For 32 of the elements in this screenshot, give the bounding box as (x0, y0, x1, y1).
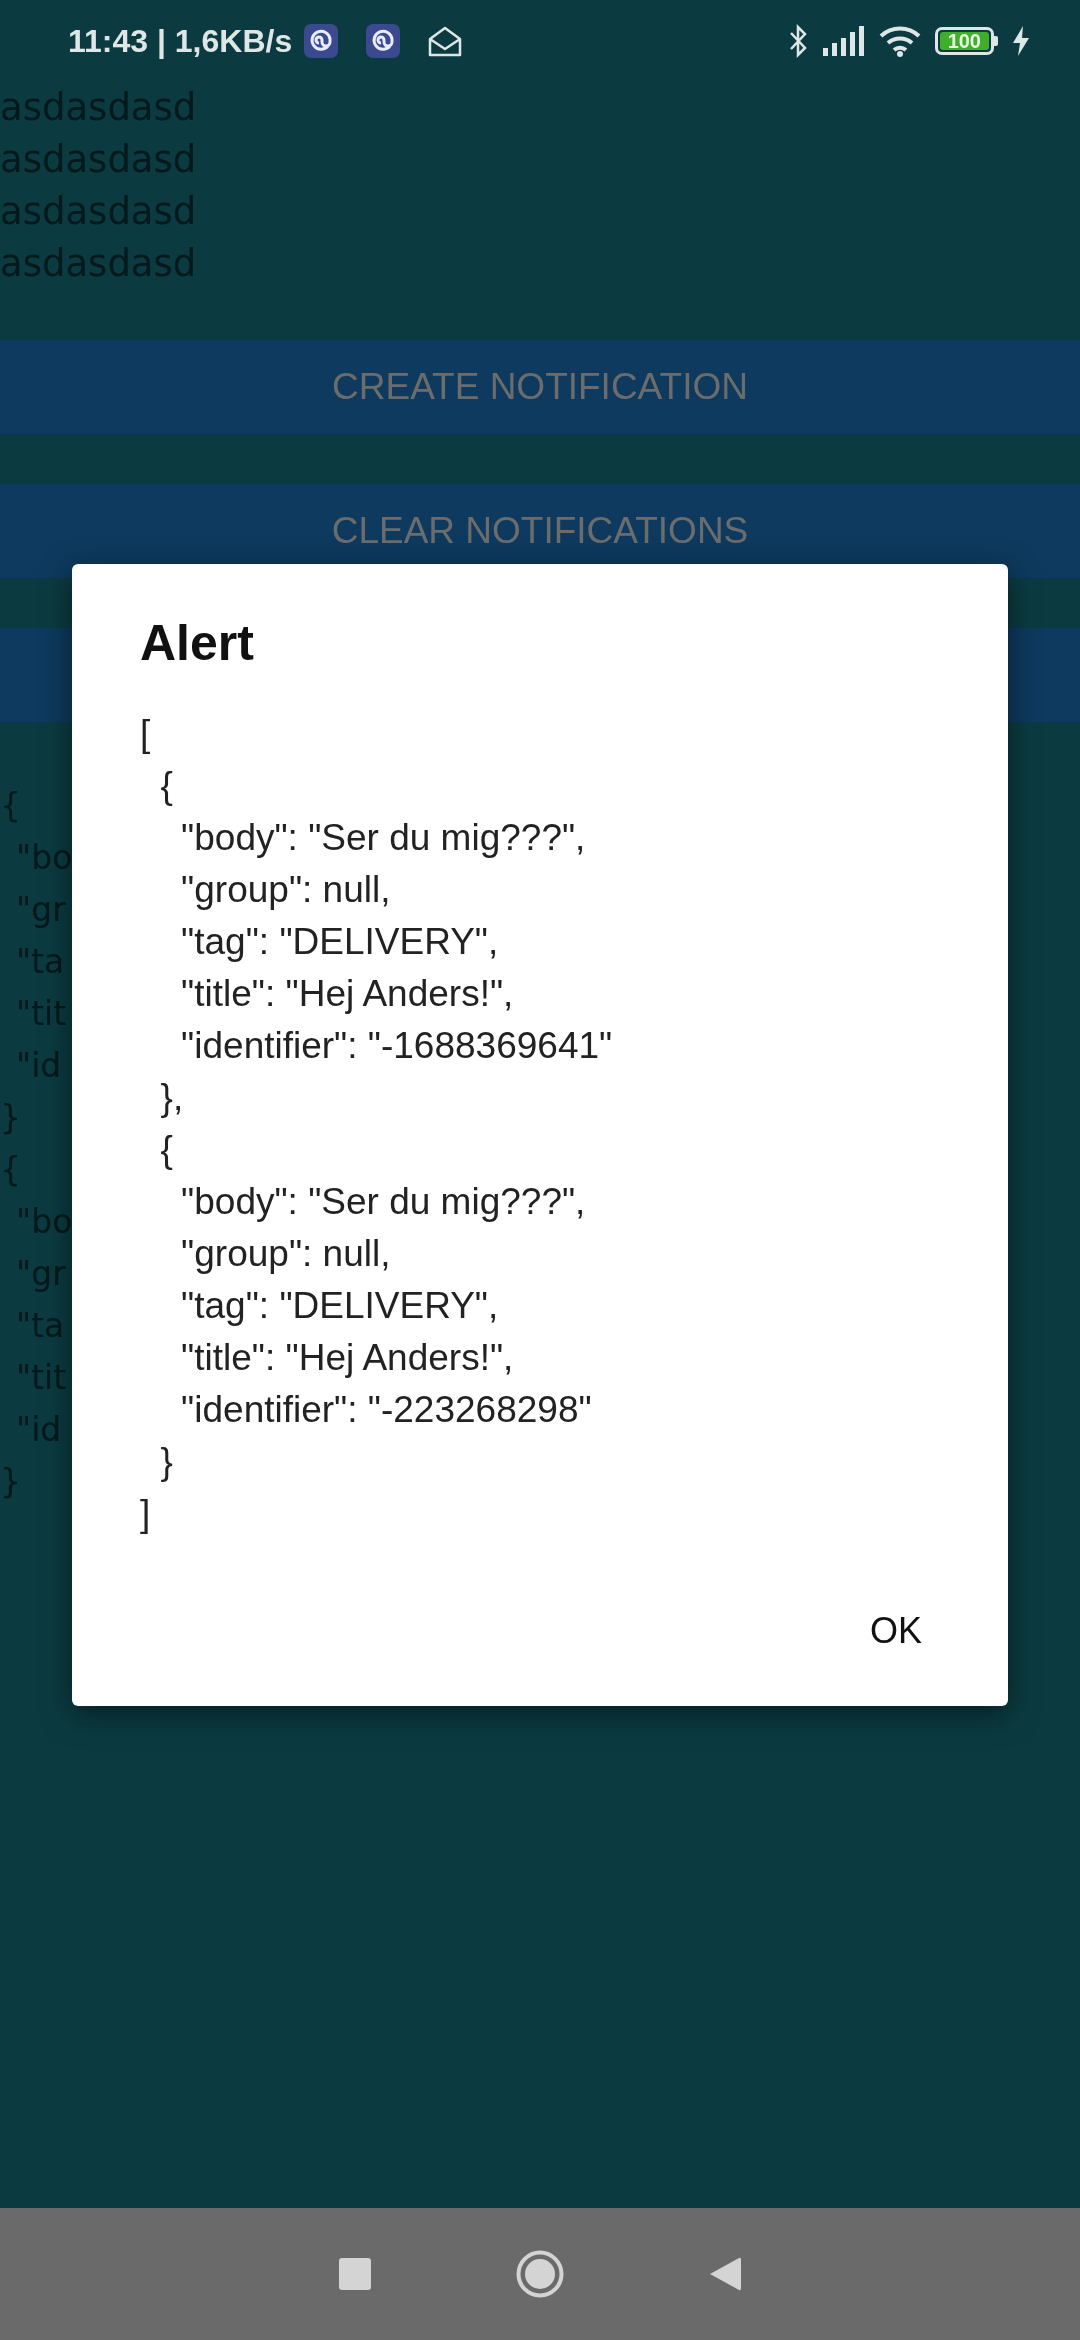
message-line: }, (159, 1076, 185, 1120)
mail-icon (428, 25, 463, 57)
message-line: "body": "Ser du mig???", (180, 1180, 587, 1224)
output-line: { (0, 785, 21, 827)
message-line: "identifier": "-223268298" (180, 1388, 593, 1432)
message-line: "group": null, (180, 1232, 392, 1276)
ok-button[interactable]: OK (852, 1598, 940, 1664)
home-button[interactable] (516, 2250, 564, 2298)
output-line: } (0, 1461, 21, 1503)
app-icon (366, 24, 401, 58)
message-line: "title": "Hej Anders!", (180, 972, 515, 1016)
output-line: } (0, 1097, 21, 1139)
message-line: [ (140, 712, 152, 756)
message-line: "tag": "DELIVERY", (180, 1284, 500, 1328)
message-line: "title": "Hej Anders!", (180, 1336, 515, 1380)
message-line: "body": "Ser du mig???", (180, 816, 587, 860)
app-button[interactable]: CREATE NOTIFICATION (0, 340, 1080, 434)
back-button[interactable] (709, 2256, 741, 2292)
message-line: { (159, 1128, 174, 1172)
message-line: "group": null, (180, 868, 392, 912)
message-line: { (159, 764, 174, 808)
dialog-title: Alert (140, 614, 255, 672)
message-line: } (159, 1440, 174, 1484)
battery-icon: 100 (934, 27, 994, 55)
message-line: ] (140, 1492, 152, 1536)
wifi-icon (878, 25, 921, 57)
status-time: 11:43 | 1,6KB/s (68, 22, 293, 60)
output-line: { (0, 1149, 21, 1191)
signal-icon (822, 26, 865, 56)
message-line: "identifier": "-1688369641" (180, 1024, 614, 1068)
message-line: "tag": "DELIVERY", (180, 920, 500, 964)
app-icon (304, 24, 339, 58)
